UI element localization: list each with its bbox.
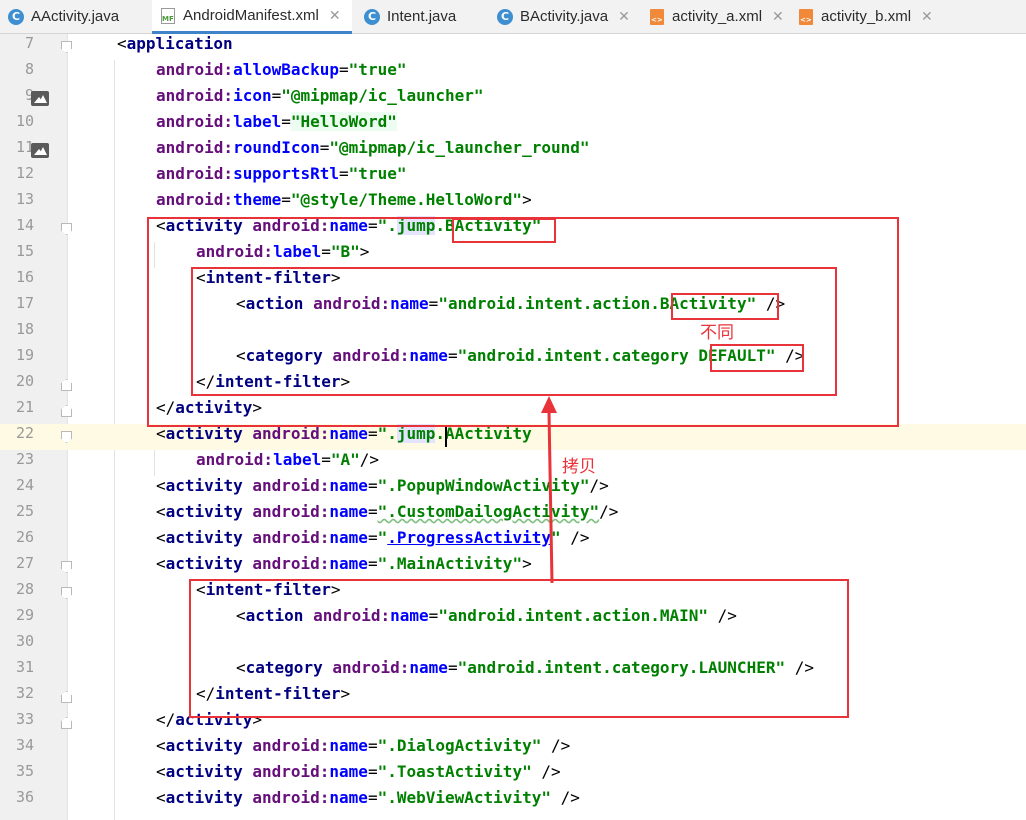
code-line[interactable]: 23 android:label="A"/> xyxy=(0,450,1026,476)
fold-icon[interactable] xyxy=(61,717,72,729)
code-line[interactable]: 8 android:allowBackup="true" xyxy=(0,60,1026,86)
editor-tab-bar: C AActivity.java MF AndroidManifest.xml … xyxy=(0,0,1026,34)
code-line-current[interactable]: 22 <activity android:name=".jump.AActivi… xyxy=(0,424,1026,450)
code-line[interactable]: 13 android:theme="@style/Theme.HelloWord… xyxy=(0,190,1026,216)
line-number: 26 xyxy=(15,528,34,546)
line-number: 19 xyxy=(15,346,34,364)
tab-label: BActivity.java xyxy=(520,8,609,25)
line-number: 9 xyxy=(24,86,34,104)
line-number: 27 xyxy=(15,554,34,572)
tab-bactivity-java[interactable]: C BActivity.java ✕ xyxy=(489,0,639,33)
code-line[interactable]: 10 android:label="HelloWord" xyxy=(0,112,1026,138)
annotation-label-copy: 拷贝 xyxy=(562,457,596,477)
tab-label: Intent.java xyxy=(387,8,457,25)
line-number: 10 xyxy=(15,112,34,130)
line-number: 24 xyxy=(15,476,34,494)
line-number: 16 xyxy=(15,268,34,286)
line-number: 34 xyxy=(15,736,34,754)
tab-label: AndroidManifest.xml xyxy=(183,7,319,24)
tab-intent-java[interactable]: C Intent.java xyxy=(356,0,486,33)
line-number: 22 xyxy=(0,424,34,450)
code-line[interactable]: 36 <activity android:name=".WebViewActiv… xyxy=(0,788,1026,814)
line-number: 17 xyxy=(15,294,34,312)
code-line[interactable]: 7 <application xyxy=(0,34,1026,60)
annotation-label-different: 不同 xyxy=(700,323,734,343)
annotation-box-intent-filter-b xyxy=(191,267,837,396)
fold-icon[interactable] xyxy=(61,379,72,391)
java-class-icon: C xyxy=(497,8,513,25)
fold-icon[interactable] xyxy=(61,691,72,703)
fold-icon[interactable] xyxy=(61,41,72,53)
line-number: 21 xyxy=(15,398,34,416)
fold-icon[interactable] xyxy=(61,587,72,599)
line-number: 32 xyxy=(15,684,34,702)
code-line[interactable]: 27 <activity android:name=".MainActivity… xyxy=(0,554,1026,580)
java-class-icon: C xyxy=(8,8,24,25)
line-number: 36 xyxy=(15,788,34,806)
close-icon[interactable]: ✕ xyxy=(329,7,341,24)
line-number: 29 xyxy=(15,606,34,624)
manifest-file-icon: MF xyxy=(160,7,176,24)
tab-label: activity_b.xml xyxy=(821,8,912,25)
image-resource-icon[interactable] xyxy=(31,91,49,106)
layout-xml-icon: <> xyxy=(798,8,814,25)
close-icon[interactable]: ✕ xyxy=(921,8,933,25)
tab-label: activity_a.xml xyxy=(672,8,763,25)
image-resource-icon[interactable] xyxy=(31,143,49,158)
tab-label: AActivity.java xyxy=(31,8,120,25)
code-line[interactable]: 9 android:icon="@mipmap/ic_launcher" xyxy=(0,86,1026,112)
annotation-box-category-default xyxy=(710,344,804,372)
line-number: 23 xyxy=(15,450,34,468)
line-number: 18 xyxy=(15,320,34,338)
tab-aactivity-java[interactable]: C AActivity.java xyxy=(0,0,150,33)
layout-xml-icon: <> xyxy=(649,8,665,25)
code-line[interactable]: 12 android:supportsRtl="true" xyxy=(0,164,1026,190)
line-number: 35 xyxy=(15,762,34,780)
annotation-box-intent-filter-main xyxy=(189,579,849,718)
code-line[interactable]: 34 <activity android:name=".DialogActivi… xyxy=(0,736,1026,762)
fold-icon[interactable] xyxy=(61,223,72,235)
fold-icon[interactable] xyxy=(61,561,72,573)
line-number: 20 xyxy=(15,372,34,390)
line-number: 13 xyxy=(15,190,34,208)
close-icon[interactable]: ✕ xyxy=(618,8,630,25)
code-line[interactable]: 35 <activity android:name=".ToastActivit… xyxy=(0,762,1026,788)
line-number: 25 xyxy=(15,502,34,520)
line-number: 7 xyxy=(24,34,34,52)
line-number: 30 xyxy=(15,632,34,650)
code-line[interactable]: 24 <activity android:name=".PopupWindowA… xyxy=(0,476,1026,502)
line-number: 12 xyxy=(15,164,34,182)
fold-icon[interactable] xyxy=(61,405,72,417)
annotation-box-action-bactivity xyxy=(671,293,779,320)
tab-activity-b-xml[interactable]: <> activity_b.xml ✕ xyxy=(790,0,940,33)
tab-androidmanifest-xml[interactable]: MF AndroidManifest.xml ✕ xyxy=(152,0,352,34)
line-number: 28 xyxy=(15,580,34,598)
close-icon[interactable]: ✕ xyxy=(772,8,784,25)
line-number: 14 xyxy=(15,216,34,234)
line-number: 8 xyxy=(24,60,34,78)
java-class-icon: C xyxy=(364,8,380,25)
text-caret xyxy=(445,427,447,447)
annotation-box-bactivity-name xyxy=(452,218,556,243)
fold-icon[interactable] xyxy=(61,431,72,443)
code-line[interactable]: 25 <activity android:name=".CustomDailog… xyxy=(0,502,1026,528)
code-line[interactable]: 11 android:roundIcon="@mipmap/ic_launche… xyxy=(0,138,1026,164)
line-number: 11 xyxy=(15,138,34,156)
code-line[interactable]: 26 <activity android:name=".ProgressActi… xyxy=(0,528,1026,554)
line-number: 33 xyxy=(15,710,34,728)
line-number: 31 xyxy=(15,658,34,676)
tab-activity-a-xml[interactable]: <> activity_a.xml ✕ xyxy=(641,0,791,33)
line-number: 15 xyxy=(15,242,34,260)
